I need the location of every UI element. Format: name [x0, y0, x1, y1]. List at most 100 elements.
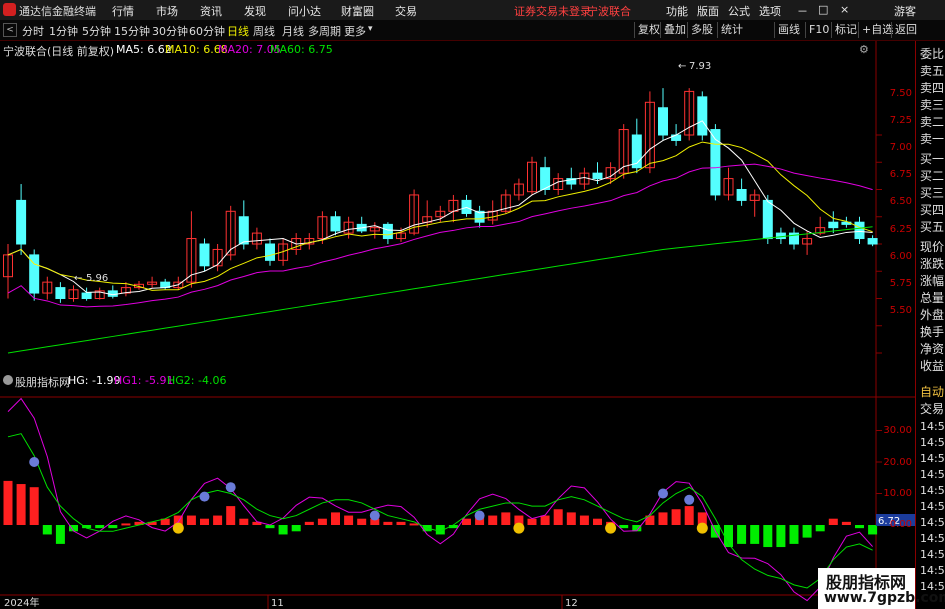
- period-5min[interactable]: 5分钟: [82, 23, 111, 39]
- tick-time: 14:56: [920, 420, 945, 433]
- indicator-bar-negative: [815, 525, 825, 532]
- period-daily[interactable]: 日线: [227, 23, 249, 39]
- candle-down: [265, 243, 275, 261]
- indicator-settings-icon[interactable]: [3, 375, 13, 385]
- indicator-bar-negative: [95, 525, 105, 529]
- return-button[interactable]: 返回: [891, 22, 917, 38]
- indicator-bar-positive: [671, 509, 681, 525]
- chevron-down-icon[interactable]: ▾: [368, 24, 373, 34]
- smile-face-icon: [605, 522, 617, 534]
- time-label-2024: 2024年: [4, 596, 39, 609]
- candle-down: [55, 287, 66, 300]
- candle-down: [107, 290, 118, 297]
- indicator-bar-negative: [763, 525, 773, 548]
- overlay-button[interactable]: 叠加: [660, 22, 686, 38]
- indicator-bar-positive: [213, 515, 223, 525]
- menu-xuanxiang[interactable]: 选项: [759, 3, 781, 19]
- price-tick-625: 6.25: [889, 224, 912, 235]
- mark-button[interactable]: 标记: [831, 22, 857, 38]
- tick-time: 14:56: [920, 484, 945, 497]
- login-notice[interactable]: 证券交易未登录: [514, 3, 591, 19]
- sad-face-icon: [474, 510, 485, 521]
- indicator-bar-positive: [553, 509, 563, 525]
- price-tick-750: 7.50: [889, 88, 912, 99]
- close-button[interactable]: ×: [840, 3, 849, 16]
- indicator-bar-positive: [658, 512, 668, 525]
- price-tick-600: 6.00: [889, 251, 912, 262]
- settings-gear-icon[interactable]: ⚙: [859, 43, 869, 56]
- candle-down: [238, 216, 249, 245]
- menu-jiaoyi[interactable]: 交易: [395, 3, 417, 19]
- indicator-bar-negative: [868, 525, 878, 535]
- candle-down: [199, 243, 210, 267]
- smile-face-icon: [172, 522, 184, 534]
- indicator-bar-negative: [789, 525, 799, 544]
- indicator-bar-negative: [108, 525, 118, 529]
- menu-faxian[interactable]: 发现: [244, 3, 266, 19]
- indicator-bar-positive: [357, 518, 367, 525]
- hg1-line: [7, 397, 873, 602]
- side-buy3: 买三: [920, 186, 945, 200]
- f10-button[interactable]: F10: [805, 22, 829, 38]
- period-1min[interactable]: 1分钟: [49, 23, 78, 39]
- indicator-bar-positive: [501, 512, 511, 525]
- smile-face-icon: [696, 522, 708, 534]
- period-weekly[interactable]: 周线: [253, 23, 275, 39]
- side-sell4: 卖四: [920, 81, 945, 95]
- side-sell1: 卖一: [920, 132, 945, 146]
- draw-line-button[interactable]: 画线: [774, 22, 800, 38]
- price-tick-700: 7.00: [889, 142, 912, 153]
- menu-zixun[interactable]: 资讯: [200, 3, 222, 19]
- candle-down: [540, 167, 551, 190]
- quote-side-panel: 委比 卖五 卖四 卖三 卖二 卖一 买一 买二 买三 买四 买五 现价 涨跌 涨…: [915, 41, 945, 609]
- kline-chart[interactable]: ← 7.93 ← 5.96 6.72 2024年 11 12: [0, 41, 915, 609]
- candle-down: [382, 223, 393, 240]
- add-watchlist-button[interactable]: +自选: [858, 22, 893, 38]
- menu-bar: 通达信金融终端 行情 市场 资讯 发现 问小达 财富圈 交易 证券交易未登录 宁…: [0, 0, 945, 21]
- menu-wenxiaoda[interactable]: 问小达: [288, 3, 321, 19]
- sad-face-icon: [369, 510, 380, 521]
- statistics-button[interactable]: 统计: [717, 22, 743, 38]
- period-30min[interactable]: 30分钟: [152, 23, 188, 39]
- menu-hangqing[interactable]: 行情: [112, 3, 134, 19]
- candle-down: [697, 96, 708, 136]
- menu-gongshi[interactable]: 公式: [728, 3, 750, 19]
- high-price-label: ←: [678, 61, 686, 72]
- candlesticks: [3, 88, 878, 303]
- sad-face-icon: [684, 494, 695, 505]
- smile-face-icon: [513, 522, 525, 534]
- low-price-label: ←: [74, 273, 82, 284]
- ma60-line: [7, 226, 873, 354]
- ind-tick-10: 10.00: [883, 488, 912, 499]
- period-15min[interactable]: 15分钟: [114, 23, 150, 39]
- side-sell5: 卖五: [920, 64, 945, 78]
- guest-label[interactable]: 游客: [894, 3, 916, 19]
- period-toolbar: < 分时 1分钟 5分钟 15分钟 30分钟 60分钟 日线 周线 月线 多周期…: [0, 20, 945, 41]
- minimize-button[interactable]: －: [797, 3, 808, 19]
- period-more[interactable]: 更多: [344, 23, 366, 39]
- back-arrow-icon[interactable]: <: [3, 23, 17, 37]
- menu-shichang[interactable]: 市场: [156, 3, 178, 19]
- period-multi[interactable]: 多周期: [308, 23, 341, 39]
- side-trade[interactable]: 交易: [920, 400, 945, 417]
- moving-averages: [7, 120, 873, 354]
- side-sell2: 卖二: [920, 115, 945, 129]
- maximize-button[interactable]: □: [818, 3, 828, 16]
- menu-banmian[interactable]: 版面: [697, 3, 719, 19]
- tick-time: 14:56: [920, 468, 945, 481]
- period-fenshi[interactable]: 分时: [22, 23, 44, 39]
- period-60min[interactable]: 60分钟: [189, 23, 225, 39]
- fuquan-button[interactable]: 复权: [634, 22, 660, 38]
- indicator-bar-negative: [42, 525, 52, 535]
- side-turnover: 换手: [920, 325, 945, 339]
- period-monthly[interactable]: 月线: [282, 23, 304, 39]
- signal-icons: [29, 457, 708, 534]
- menu-caifuquan[interactable]: 财富圈: [341, 3, 374, 19]
- indicator-ticks: [876, 430, 882, 526]
- tick-time: 14:56: [920, 452, 945, 465]
- side-auto-trade[interactable]: 自动: [920, 383, 945, 400]
- price-tick-650: 6.50: [889, 196, 912, 207]
- multi-stock-button[interactable]: 多股: [687, 22, 713, 38]
- high-price-value: 7.93: [689, 61, 711, 72]
- menu-gongneng[interactable]: 功能: [666, 3, 688, 19]
